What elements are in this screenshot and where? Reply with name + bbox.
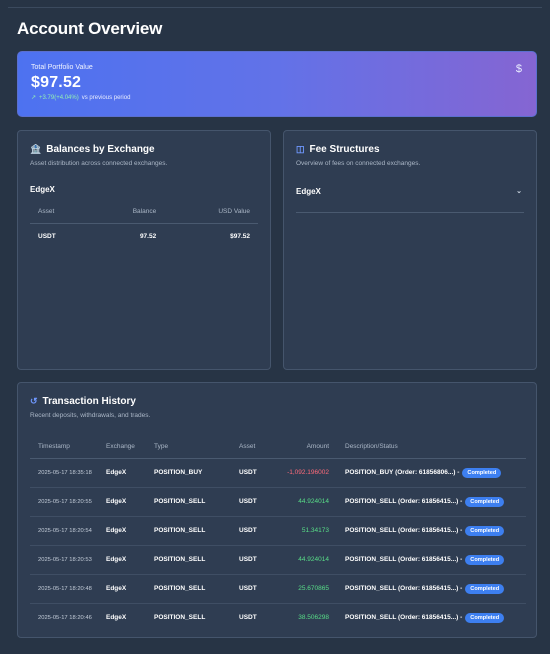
history-icon: ↺ (30, 396, 38, 406)
fees-subtitle: Overview of fees on connected exchanges. (296, 160, 421, 167)
amount-cell: 25.670865 (277, 574, 345, 604)
balances-exchange-name: EdgeX (30, 185, 55, 194)
trend-up-icon: ↗ (31, 95, 37, 101)
description-text: POSITION_SELL (Order: 61856415...) - (345, 555, 463, 563)
top-divider (8, 7, 542, 8)
transactions-title-text: Transaction History (42, 396, 136, 407)
asset-cell: USDT (239, 614, 257, 622)
table-row: 2025-05-17 18:20:55 EdgeX POSITION_SELL … (30, 487, 526, 517)
receipt-icon: ◫ (296, 144, 305, 154)
usd-value-cell: $97.52 (230, 232, 250, 240)
table-row: USDT 97.52 $97.52 (30, 223, 258, 249)
page-title: Account Overview (17, 19, 163, 38)
description-text: POSITION_SELL (Order: 61856415...) - (345, 584, 463, 592)
description-text: POSITION_SELL (Order: 61856415...) - (345, 613, 463, 621)
exchange-cell: EdgeX (106, 574, 154, 604)
asset-cell: USDT (239, 487, 277, 517)
status-badge: Completed (465, 612, 505, 623)
balances-table: Asset Balance USD Value USDT 97.52 $97.5… (30, 201, 258, 249)
description-text: POSITION_SELL (Order: 61856415...) - (345, 497, 463, 505)
status-badge: Completed (465, 554, 505, 565)
balances-subtitle: Asset distribution across connected exch… (30, 160, 168, 167)
timestamp-cell: 2025-05-17 18:20:48 (30, 574, 106, 604)
status-badge: Completed (465, 583, 505, 594)
col-description-status: Description/Status (345, 435, 526, 459)
balance-cell: 97.52 (139, 232, 157, 240)
table-row: 2025-05-17 18:20:46 EdgeX POSITION_SELL … (30, 603, 526, 632)
description-cell: POSITION_SELL (Order: 61856415...) - Comp… (345, 487, 526, 517)
balances-title: 🏦 Balances by Exchange (30, 144, 155, 155)
table-row: 2025-05-17 18:35:18 EdgeX POSITION_BUY U… (30, 458, 526, 488)
fees-title: ◫ Fee Structures (296, 144, 380, 155)
table-row: 2025-05-17 18:20:48 EdgeX POSITION_SELL … (30, 574, 526, 604)
portfolio-label: Total Portfolio Value (31, 64, 93, 71)
fees-card: ◫ Fee Structures Overview of fees on con… (283, 130, 537, 370)
description-cell: POSITION_SELL (Order: 61856415...) - Comp… (345, 516, 526, 546)
description-cell: POSITION_BUY (Order: 61856806...) - Compl… (345, 458, 526, 488)
portfolio-change-value: +3.79(+4.04%) (39, 94, 79, 101)
amount-cell: -1,092.196002 (277, 458, 345, 488)
description-cell: POSITION_SELL (Order: 61856415...) - Comp… (345, 545, 526, 575)
portfolio-value: $97.52 (31, 74, 82, 91)
exchange-cell: EdgeX (106, 516, 154, 546)
col-balance: Balance (95, 201, 157, 224)
bank-icon: 🏦 (30, 144, 42, 154)
col-asset: Asset (239, 435, 277, 459)
type-cell: POSITION_SELL (154, 487, 239, 517)
col-amount: Amount (277, 435, 345, 459)
amount-cell: 44.924014 (277, 545, 345, 575)
status-badge: Completed (462, 467, 502, 478)
chevron-down-icon: ⌄ (516, 188, 522, 195)
amount-cell: 38.506298 (298, 614, 329, 622)
fee-exchange-accordion[interactable]: EdgeX ⌄ (296, 187, 524, 213)
type-cell: POSITION_SELL (154, 545, 239, 575)
asset-cell: USDT (239, 458, 277, 488)
fees-title-text: Fee Structures (309, 144, 380, 155)
transactions-title: ↺ Transaction History (30, 396, 136, 407)
asset-cell: USDT (239, 574, 277, 604)
balances-title-text: Balances by Exchange (46, 144, 155, 155)
transactions-card: ↺ Transaction History Recent deposits, w… (17, 382, 537, 638)
portfolio-value-card: Total Portfolio Value $97.52 ↗ +3.79(+4.… (17, 51, 537, 117)
type-cell: POSITION_SELL (154, 574, 239, 604)
description-text: POSITION_BUY (Order: 61856806...) - (345, 468, 460, 476)
description-cell: POSITION_SELL (Order: 61856415...) - Comp… (345, 603, 526, 632)
exchange-cell: EdgeX (106, 458, 154, 488)
col-usd-value: USD Value (156, 201, 258, 224)
exchange-cell: EdgeX (106, 545, 154, 575)
type-cell: POSITION_SELL (154, 614, 206, 622)
timestamp-cell: 2025-05-17 18:20:54 (30, 516, 106, 546)
portfolio-change: ↗ +3.79(+4.04%) vs previous period (31, 94, 523, 102)
timestamp-cell: 2025-05-17 18:20:55 (30, 487, 106, 517)
col-type: Type (154, 435, 239, 459)
timestamp-cell: 2025-05-17 18:20:46 (38, 614, 92, 621)
col-exchange: Exchange (106, 435, 154, 459)
asset-cell: USDT (239, 545, 277, 575)
portfolio-change-period: vs previous period (81, 94, 131, 101)
transactions-subtitle: Recent deposits, withdrawals, and trades… (30, 412, 151, 419)
col-timestamp: Timestamp (30, 435, 106, 459)
description-cell: POSITION_SELL (Order: 61856415...) - Comp… (345, 574, 526, 604)
exchange-cell: EdgeX (106, 487, 154, 517)
status-badge: Completed (465, 525, 505, 536)
description-text: POSITION_SELL (Order: 61856415...) - (345, 526, 463, 534)
table-row: 2025-05-17 18:20:54 EdgeX POSITION_SELL … (30, 516, 526, 546)
status-badge: Completed (465, 496, 505, 507)
asset-cell: USDT (239, 516, 277, 546)
dollar-icon: $ (515, 63, 522, 75)
col-asset: Asset (30, 201, 96, 224)
type-cell: POSITION_SELL (154, 516, 239, 546)
balances-card: 🏦 Balances by Exchange Asset distributio… (17, 130, 271, 370)
asset-cell: USDT (38, 232, 56, 240)
type-cell: POSITION_BUY (154, 458, 239, 488)
fee-exchange-name: EdgeX (296, 187, 321, 196)
amount-cell: 51.34173 (277, 516, 345, 546)
table-row: 2025-05-17 18:20:53 EdgeX POSITION_SELL … (30, 545, 526, 575)
exchange-cell: EdgeX (106, 614, 127, 622)
timestamp-cell: 2025-05-17 18:20:53 (30, 545, 106, 575)
amount-cell: 44.924014 (277, 487, 345, 517)
timestamp-cell: 2025-05-17 18:35:18 (30, 458, 106, 488)
transactions-table: Timestamp Exchange Type Asset Amount Des… (30, 435, 526, 632)
